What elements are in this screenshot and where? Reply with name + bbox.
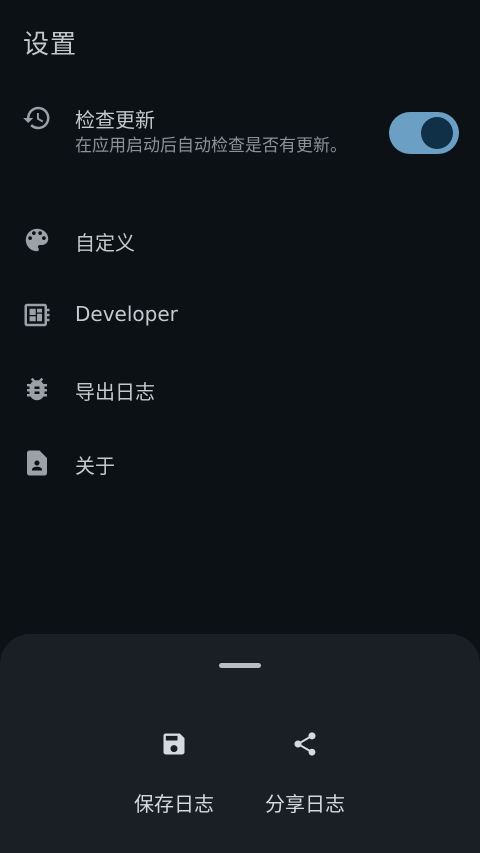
- page-title: 设置: [23, 30, 78, 60]
- developer-board-icon: [24, 303, 50, 327]
- settings-screen: 设置 检查更新 在应用启动后自动检查是否有更新。 自定义 Developer 导…: [0, 0, 480, 853]
- sheet-drag-handle[interactable]: [219, 663, 261, 668]
- share-log-label: 分享日志: [265, 792, 345, 816]
- save-log-button[interactable]: 保存日志: [114, 730, 234, 830]
- contact-page-icon: [27, 450, 47, 476]
- update-history-icon: [23, 106, 50, 130]
- setting-label: 关于: [75, 454, 115, 478]
- save-icon: [163, 733, 185, 755]
- setting-item-export-logs[interactable]: 导出日志: [0, 359, 480, 419]
- setting-label: 自定义: [75, 231, 135, 255]
- palette-icon: [25, 228, 49, 252]
- share-icon: [294, 732, 316, 756]
- bug-icon: [27, 377, 47, 401]
- toggle-knob: [421, 117, 453, 149]
- log-bottom-sheet: 保存日志 分享日志: [0, 634, 480, 853]
- auto-update-toggle[interactable]: [389, 112, 459, 154]
- share-log-button[interactable]: 分享日志: [245, 730, 365, 830]
- save-log-label: 保存日志: [134, 792, 214, 816]
- setting-label: 检查更新: [75, 108, 155, 132]
- setting-item-developer[interactable]: Developer: [0, 285, 480, 345]
- setting-label: 导出日志: [75, 380, 155, 404]
- setting-label: Developer: [75, 302, 178, 326]
- setting-item-about[interactable]: 关于: [0, 433, 480, 493]
- setting-description: 在应用启动后自动检查是否有更新。: [75, 136, 347, 156]
- setting-item-customize[interactable]: 自定义: [0, 210, 480, 270]
